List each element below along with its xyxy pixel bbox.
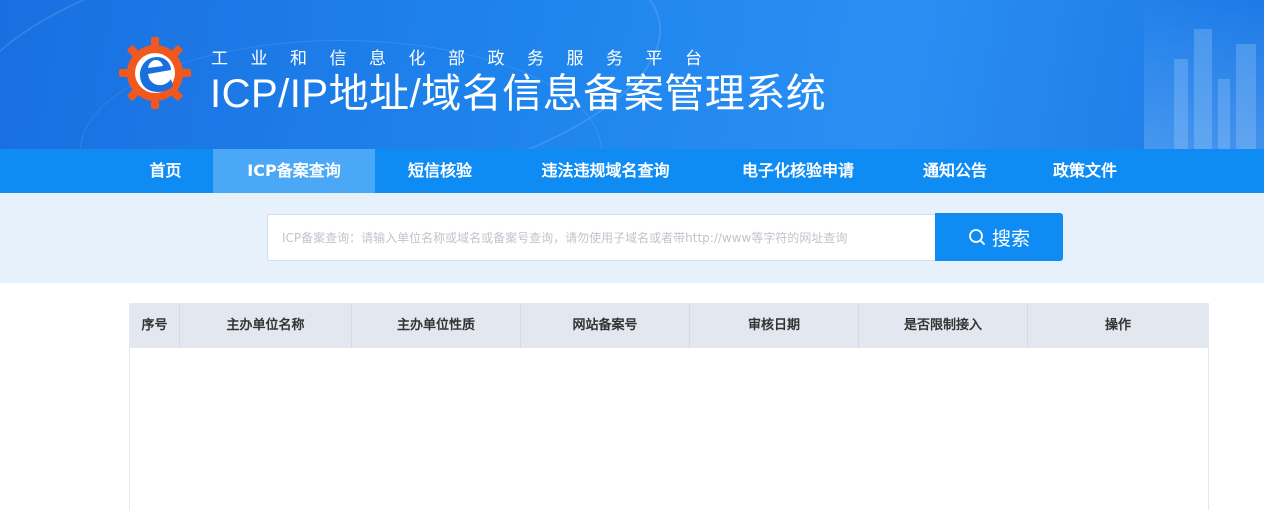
search-icon [969,229,985,245]
nav-item-policy-docs[interactable]: 政策文件 [1020,149,1150,193]
column-header-org-type: 主办单位性质 [352,304,521,348]
search-button-label: 搜索 [991,227,1030,250]
nav-item-notices[interactable]: 通知公告 [890,149,1020,193]
nav-item-home[interactable]: 首页 [118,149,213,193]
nav-item-illegal-domain-query[interactable]: 违法违规域名查询 [505,149,706,193]
search-input[interactable] [267,214,935,261]
header-banner: 工业和信息化部政务服务平台 ICP/IP地址/域名信息备案管理系统 [0,0,1264,149]
logo-icon [119,37,191,109]
results-table: 序号 主办单位名称 主办单位性质 网站备案号 审核日期 是否限制接入 操作 [129,303,1209,510]
column-header-license-no: 网站备案号 [521,304,690,348]
search-button[interactable]: 搜索 [935,213,1063,261]
column-header-review-date: 审核日期 [690,304,859,348]
nav-item-icp-query[interactable]: ICP备案查询 [213,149,375,193]
column-header-index: 序号 [130,304,180,348]
table-body [130,348,1208,511]
page-title: ICP/IP地址/域名信息备案管理系统 [210,72,827,116]
banner-city-graphic [1144,0,1264,149]
nav-item-e-verify-apply[interactable]: 电子化核验申请 [706,149,890,193]
table-header: 序号 主办单位名称 主办单位性质 网站备案号 审核日期 是否限制接入 操作 [130,304,1208,348]
column-header-org-name: 主办单位名称 [180,304,352,348]
nav-item-sms-verify[interactable]: 短信核验 [375,149,505,193]
column-header-access-restricted: 是否限制接入 [859,304,1028,348]
main-nav: 首页 ICP备案查询 短信核验 违法违规域名查询 电子化核验申请 通知公告 政策… [0,149,1264,193]
column-header-actions: 操作 [1104,318,1131,333]
